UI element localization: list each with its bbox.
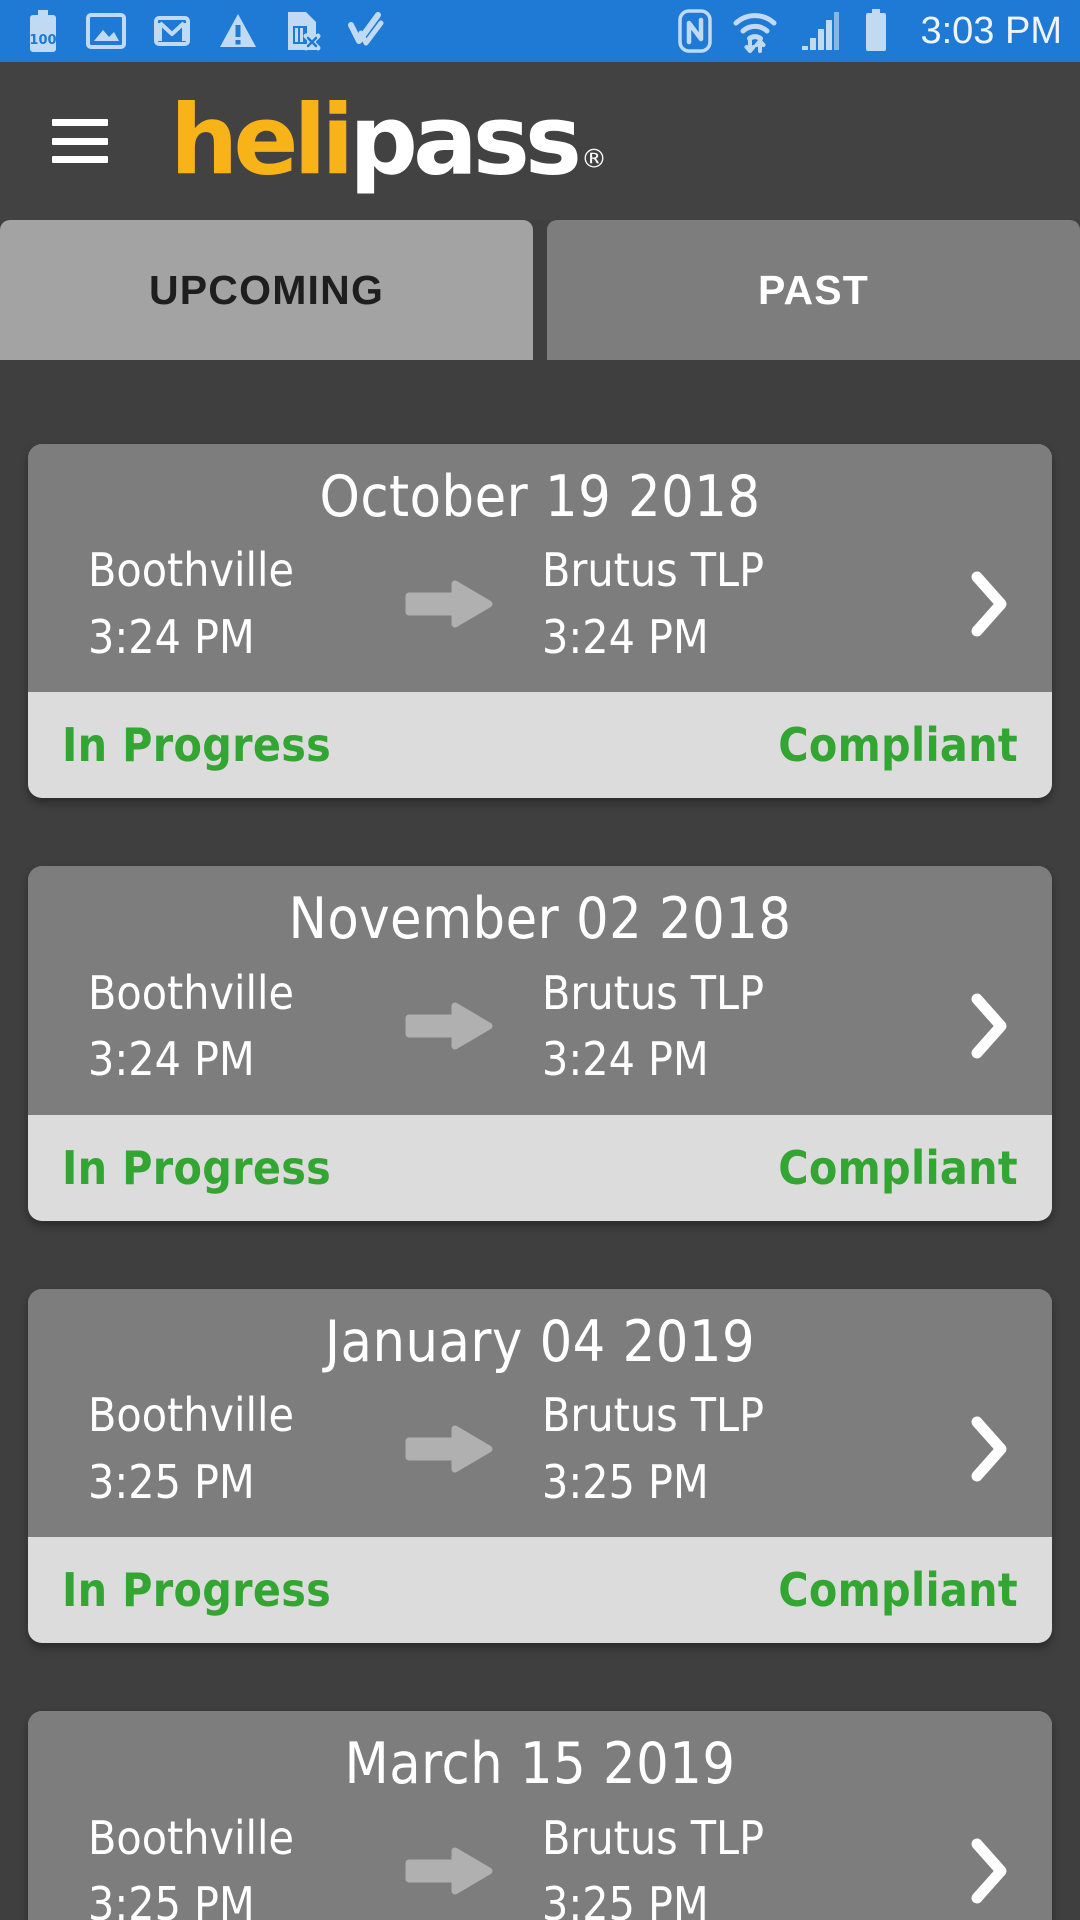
arrival-leg: Brutus TLP 3:24 PM	[506, 545, 836, 662]
compliance-badge: Compliant	[778, 1563, 1018, 1618]
nfc-icon	[678, 9, 713, 53]
flight-card-footer: In Progress Compliant	[28, 1114, 1052, 1221]
departure-place: Boothville	[88, 1810, 294, 1865]
card-chevron-wrapper[interactable]	[836, 571, 1014, 637]
arrow-right-icon	[405, 1002, 493, 1050]
route-arrow-wrapper	[396, 1845, 506, 1897]
flight-date: January 04 2019	[324, 1308, 756, 1375]
departure-leg: Boothville 3:24 PM	[66, 545, 396, 662]
svg-text:100: 100	[29, 33, 56, 48]
flight-card-body[interactable]: November 02 2018 Boothville 3:24 PM Brut…	[28, 866, 1052, 1115]
chevron-right-icon[interactable]	[968, 993, 1008, 1059]
card-chevron-wrapper[interactable]	[836, 1838, 1014, 1904]
arrival-time: 3:25 PM	[542, 1454, 709, 1509]
flight-card[interactable]: March 15 2019 Boothville 3:25 PM Brutus …	[28, 1711, 1052, 1920]
arrival-leg: Brutus TLP 3:24 PM	[506, 968, 836, 1085]
arrival-place: Brutus TLP	[542, 1810, 765, 1865]
file-removed-icon	[288, 12, 321, 51]
departure-place: Boothville	[88, 543, 294, 598]
arrow-right-icon	[405, 1425, 493, 1473]
flight-route: Boothville 3:24 PM Brutus TLP 3:24 PM	[28, 968, 1052, 1085]
status-bar-left-icons: 100	[26, 10, 384, 52]
route-arrow-wrapper	[396, 1000, 506, 1052]
departure-leg: Boothville 3:24 PM	[66, 968, 396, 1085]
status-badge: In Progress	[62, 1563, 332, 1618]
status-badge: In Progress	[62, 718, 332, 773]
logo-pass-text: pass	[349, 84, 582, 197]
cellular-signal-icon	[802, 12, 840, 50]
tab-past[interactable]: PAST	[547, 220, 1080, 360]
route-arrow-wrapper	[396, 578, 506, 630]
departure-leg: Boothville 3:25 PM	[66, 1390, 396, 1507]
battery-100-icon: 100	[29, 10, 57, 52]
compliance-badge: Compliant	[778, 1140, 1018, 1195]
departure-place: Boothville	[88, 1388, 294, 1443]
flight-date: March 15 2019	[344, 1731, 736, 1798]
gmail-icon	[154, 16, 190, 46]
departure-place: Boothville	[88, 965, 294, 1020]
wifi-data-transfer-icon	[733, 13, 777, 53]
status-bar[interactable]: 100 3:03 PM	[0, 0, 1080, 62]
departure-time: 3:24 PM	[88, 1032, 255, 1087]
double-check-icon	[348, 12, 384, 46]
flight-card-body[interactable]: March 15 2019 Boothville 3:25 PM Brutus …	[28, 1711, 1052, 1920]
flight-date: October 19 2018	[319, 464, 761, 530]
status-bar-right-icons: 3:03 PM	[678, 9, 1062, 53]
flight-route: Boothville 3:25 PM Brutus TLP 3:25 PM	[28, 1390, 1052, 1507]
compliance-badge: Compliant	[778, 718, 1018, 773]
departure-time: 3:24 PM	[88, 609, 255, 664]
card-chevron-wrapper[interactable]	[836, 1416, 1014, 1482]
flight-card-body[interactable]: October 19 2018 Boothville 3:24 PM Brutu…	[28, 444, 1052, 693]
arrival-time: 3:24 PM	[542, 1032, 709, 1087]
flight-route: Boothville 3:24 PM Brutus TLP 3:24 PM	[28, 545, 1052, 662]
flight-card-footer: In Progress Compliant	[28, 692, 1052, 799]
departure-time: 3:25 PM	[88, 1877, 255, 1920]
arrow-right-icon	[405, 1847, 493, 1895]
tab-upcoming[interactable]: UPCOMING	[0, 220, 533, 360]
flight-card-footer: In Progress Compliant	[28, 1537, 1052, 1644]
logo-heli-text: heli	[170, 84, 354, 197]
hamburger-menu-icon[interactable]	[52, 119, 108, 163]
departure-time: 3:25 PM	[88, 1454, 255, 1509]
chevron-right-icon[interactable]	[968, 571, 1008, 637]
flight-card[interactable]: October 19 2018 Boothville 3:24 PM Brutu…	[28, 444, 1052, 799]
flight-list[interactable]: October 19 2018 Boothville 3:24 PM Brutu…	[0, 360, 1080, 1920]
route-arrow-wrapper	[396, 1423, 506, 1475]
logo-trademark-symbol: ®	[581, 144, 608, 175]
chevron-right-icon[interactable]	[968, 1416, 1008, 1482]
flight-card[interactable]: January 04 2019 Boothville 3:25 PM Brutu…	[28, 1288, 1052, 1644]
app-bar: heli pass ®	[0, 62, 1080, 220]
arrival-time: 3:25 PM	[542, 1877, 709, 1920]
arrival-time: 3:24 PM	[542, 609, 709, 664]
arrival-leg: Brutus TLP 3:25 PM	[506, 1390, 836, 1507]
arrival-place: Brutus TLP	[542, 543, 765, 598]
arrow-right-icon	[405, 580, 493, 628]
flight-date: November 02 2018	[288, 886, 792, 953]
departure-leg: Boothville 3:25 PM	[66, 1810, 396, 1920]
arrival-leg: Brutus TLP 3:25 PM	[506, 1810, 836, 1920]
warning-triangle-icon	[220, 14, 256, 47]
chevron-right-icon[interactable]	[968, 1838, 1008, 1904]
tab-bar: UPCOMING PAST	[0, 220, 1080, 360]
arrival-place: Brutus TLP	[542, 965, 765, 1020]
status-bar-clock: 3:03 PM	[920, 9, 1062, 52]
flight-card-body[interactable]: January 04 2019 Boothville 3:25 PM Brutu…	[28, 1288, 1052, 1538]
status-badge: In Progress	[62, 1140, 332, 1195]
card-chevron-wrapper[interactable]	[836, 993, 1014, 1059]
battery-icon	[866, 9, 887, 51]
arrival-place: Brutus TLP	[542, 1388, 765, 1443]
flight-card[interactable]: November 02 2018 Boothville 3:24 PM Brut…	[28, 866, 1052, 1221]
screenshot-image-icon	[86, 13, 126, 49]
flight-route: Boothville 3:25 PM Brutus TLP 3:25 PM	[28, 1810, 1052, 1920]
app-logo: heli pass ®	[170, 84, 608, 197]
